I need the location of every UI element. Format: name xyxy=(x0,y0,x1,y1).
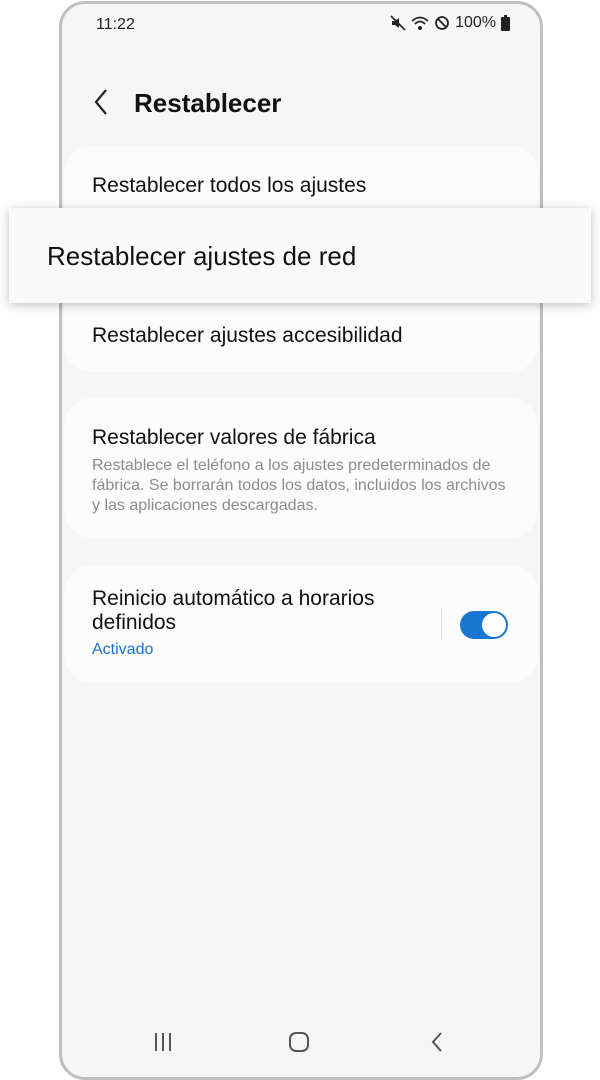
app-header: Restablecer xyxy=(62,72,540,132)
factory-reset-item[interactable]: Restablecer valores de fábrica Restablec… xyxy=(92,426,512,516)
battery-icon xyxy=(501,15,510,31)
auto-restart-card[interactable]: Reinicio automático a horarios definidos… xyxy=(64,565,538,683)
status-icons: 100% xyxy=(390,14,510,32)
auto-restart-title: Reinicio automático a horarios definidos xyxy=(92,587,375,634)
reset-all-settings-item[interactable]: Restablecer todos los ajustes xyxy=(92,174,366,198)
back-nav-icon[interactable] xyxy=(426,1031,448,1058)
wifi-icon xyxy=(411,15,429,31)
recent-apps-icon[interactable] xyxy=(152,1031,174,1058)
divider xyxy=(441,608,442,640)
reset-accessibility-settings-item[interactable]: Restablecer ajustes accesibilidad xyxy=(92,324,403,348)
reset-network-settings-item[interactable]: Restablecer ajustes de red xyxy=(9,208,591,303)
mute-icon xyxy=(390,15,406,31)
auto-restart-toggle[interactable] xyxy=(460,611,508,639)
battery-percent: 100% xyxy=(455,14,496,31)
navigation-bar xyxy=(62,1013,540,1077)
home-icon[interactable] xyxy=(288,1031,310,1058)
factory-reset-description: Restablece el teléfono a los ajustes pre… xyxy=(92,457,506,514)
back-arrow-icon[interactable] xyxy=(88,86,116,118)
phone-frame: 11:22 100% Restablecer Restablecer todos… xyxy=(59,1,543,1080)
factory-reset-title: Restablecer valores de fábrica xyxy=(92,426,376,449)
reset-network-settings-label: Restablecer ajustes de red xyxy=(47,241,357,271)
toggle-knob xyxy=(482,613,506,637)
factory-reset-card[interactable]: Restablecer valores de fábrica Restablec… xyxy=(64,398,538,538)
status-bar: 11:22 100% xyxy=(62,4,540,46)
auto-restart-status: Activado xyxy=(92,641,154,658)
status-time: 11:22 xyxy=(96,16,135,33)
page-title: Restablecer xyxy=(134,88,282,118)
auto-restart-item[interactable]: Reinicio automático a horarios definidos… xyxy=(92,587,422,659)
do-not-disturb-icon xyxy=(434,15,450,31)
